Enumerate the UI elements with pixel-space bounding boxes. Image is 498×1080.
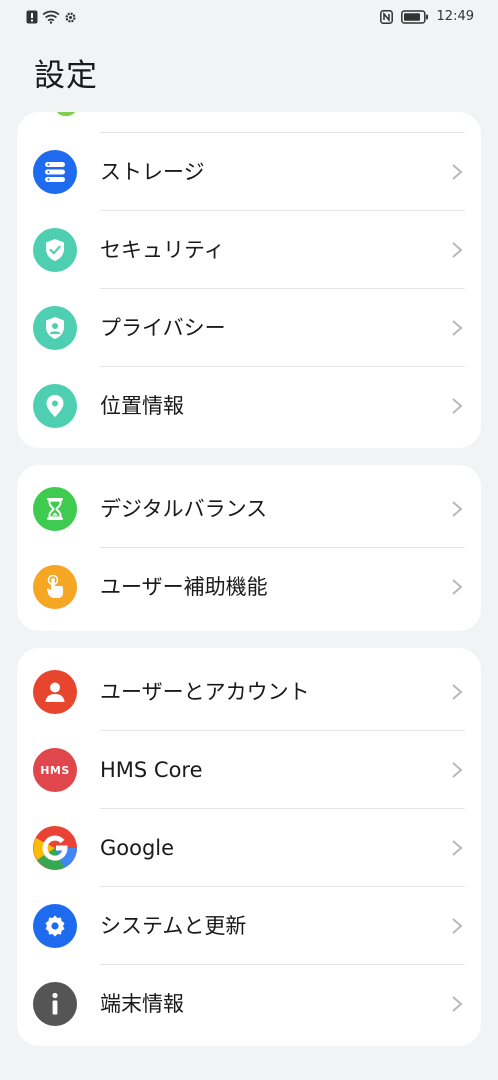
chevron-right-icon (452, 918, 463, 934)
info-icon (33, 982, 77, 1026)
status-time: 12:49 (436, 9, 474, 24)
hms-icon: HMS (33, 748, 77, 792)
settings-gear-icon (65, 11, 76, 23)
wifi-icon (42, 10, 60, 24)
settings-row-digital-balance[interactable]: デジタルバランス (17, 470, 481, 548)
settings-group-2: デジタルバランス ユーザー補助機能 (17, 465, 481, 631)
settings-row-device-info[interactable]: 端末情報 (17, 965, 481, 1043)
status-right: 12:49 (379, 9, 474, 24)
chevron-right-icon (452, 320, 463, 336)
accessibility-hand-icon (33, 565, 77, 609)
hourglass-icon (33, 487, 77, 531)
chevron-right-icon (452, 242, 463, 258)
page-title: 設定 (34, 58, 98, 94)
row-label: デジタルバランス (100, 497, 268, 521)
chevron-right-icon (452, 579, 463, 595)
settings-row-storage[interactable]: ストレージ (17, 133, 481, 211)
chevron-right-icon (452, 398, 463, 414)
settings-row-accessibility[interactable]: ユーザー補助機能 (17, 548, 481, 626)
row-label: セキュリティ (100, 238, 225, 262)
status-bar: 12:49 (0, 0, 498, 36)
settings-group-3: ユーザーとアカウント HMS HMS Core Google システムと更新 端… (17, 648, 481, 1046)
privacy-icon (33, 306, 77, 350)
chevron-right-icon (452, 684, 463, 700)
row-label: ストレージ (100, 160, 205, 184)
row-label: ユーザーとアカウント (100, 680, 310, 704)
row-label: ユーザー補助機能 (100, 575, 268, 599)
nfc-icon (379, 9, 393, 24)
storage-icon (33, 150, 77, 194)
row-label: 端末情報 (100, 992, 184, 1016)
settings-row-users-accounts[interactable]: ユーザーとアカウント (17, 653, 481, 731)
battery-icon (400, 9, 428, 24)
chevron-right-icon (452, 164, 463, 180)
settings-row-location[interactable]: 位置情報 (17, 367, 481, 445)
chevron-right-icon (452, 840, 463, 856)
system-gear-icon (33, 904, 77, 948)
settings-row-hms-core[interactable]: HMS HMS Core (17, 731, 481, 809)
settings-row-security[interactable]: セキュリティ (17, 211, 481, 289)
settings-row-system-update[interactable]: システムと更新 (17, 887, 481, 965)
user-icon (33, 670, 77, 714)
google-icon (33, 826, 77, 870)
chevron-right-icon (452, 501, 463, 517)
settings-row-privacy[interactable]: プライバシー (17, 289, 481, 367)
settings-group-1: ストレージ セキュリティ プライバシー 位置情報 (17, 112, 481, 448)
partial-row-icon (55, 112, 77, 116)
security-shield-icon (33, 228, 77, 272)
chevron-right-icon (452, 996, 463, 1012)
row-label: 位置情報 (100, 394, 184, 418)
hms-icon-text: HMS (40, 763, 70, 777)
row-label: HMS Core (100, 758, 203, 782)
settings-row-google[interactable]: Google (17, 809, 481, 887)
status-left (26, 10, 77, 24)
row-label: プライバシー (100, 316, 226, 340)
location-pin-icon (33, 384, 77, 428)
row-label: システムと更新 (100, 914, 247, 938)
row-label: Google (100, 836, 175, 860)
alert-icon (26, 10, 38, 24)
chevron-right-icon (452, 762, 463, 778)
